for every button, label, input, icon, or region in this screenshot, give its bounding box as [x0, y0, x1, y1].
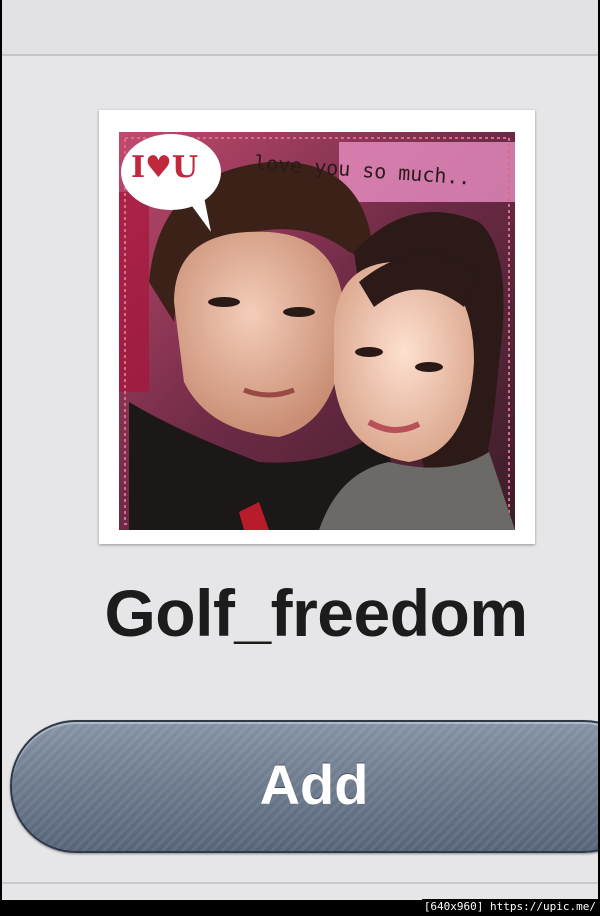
add-button-label: Add — [259, 753, 369, 816]
username-label: Golf_freedom — [104, 576, 528, 650]
top-bar — [2, 0, 598, 56]
add-button[interactable]: Add — [10, 720, 598, 853]
photo-badge-text: I♥U — [131, 150, 199, 185]
divider — [2, 882, 598, 884]
profile-photo-card: I♥U love you so much.. — [99, 110, 535, 544]
watermark: [640x960] https://upic.me/ — [421, 899, 598, 914]
profile-photo: I♥U love you so much.. — [119, 132, 515, 530]
screen: I♥U love you so much.. Golf_freedom Add — [2, 0, 598, 900]
photo-illustration — [119, 132, 515, 530]
